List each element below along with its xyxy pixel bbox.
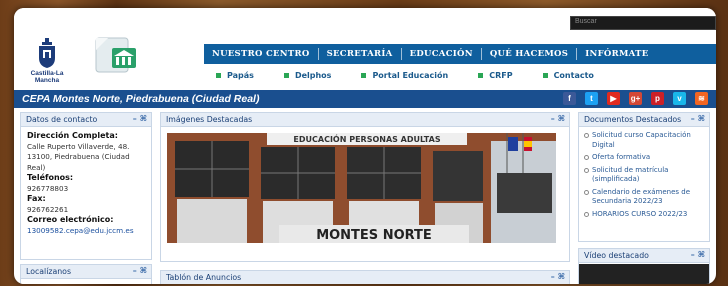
youtube-icon[interactable]: ▶	[607, 92, 620, 105]
panel-controls-icon[interactable]: – ⌘	[691, 250, 705, 259]
featured-images-panel: Imágenes Destacadas – ⌘ EDUCACIÓN PERSON…	[160, 112, 570, 262]
building-facade-image: EDUCACIÓN PERSONAS ADULTAS MONTES NORTE	[167, 133, 556, 243]
document-item[interactable]: Solicitud de matrícula (simplificada)	[584, 166, 704, 185]
panel-controls-icon[interactable]: – ⌘	[691, 114, 705, 123]
panel-title: Localízanos	[26, 267, 72, 276]
panel-header: Localízanos – ⌘	[21, 265, 151, 279]
bullet-icon	[216, 72, 221, 78]
panel-title: Tablón de Anuncios	[166, 273, 242, 282]
panel-controls-icon[interactable]: – ⌘	[133, 266, 147, 275]
school-building-icon[interactable]	[92, 30, 140, 76]
sub-nav-label: CRFP	[489, 70, 513, 80]
browser-page: Castilla-La Mancha Buscar NUESTRO CENTRO…	[14, 8, 716, 284]
sub-nav-delphos[interactable]: Delphos	[283, 70, 332, 80]
social-links: f t ▶ g+ p v ≋	[554, 92, 708, 105]
video-player[interactable]	[579, 264, 709, 284]
documents-list: Solicitud curso Capacitación Digital Ofe…	[579, 127, 709, 226]
panel-title: Documentos Destacados	[584, 115, 682, 124]
nav-item-que-hacemos[interactable]: QUÉ HACEMOS	[482, 48, 578, 60]
sub-nav-papas[interactable]: Papás	[216, 71, 254, 80]
twitter-icon[interactable]: t	[585, 92, 598, 105]
announcements-panel: Tablón de Anuncios – ⌘	[160, 270, 570, 284]
document-link[interactable]: HORARIOS CURSO 2022/23	[592, 210, 687, 218]
nav-item-nuestro-centro[interactable]: NUESTRO CENTRO	[204, 48, 319, 60]
panel-header: Documentos Destacados – ⌘	[579, 113, 709, 127]
bullet-icon	[542, 72, 548, 78]
search-input[interactable]: Buscar	[570, 16, 716, 30]
main-nav: NUESTRO CENTRO SECRETARÍA EDUCACIÓN QUÉ …	[204, 44, 716, 64]
fax-label: Fax:	[27, 194, 46, 203]
document-link[interactable]: Solicitud de matrícula (simplificada)	[592, 166, 668, 184]
document-link[interactable]: Oferta formativa	[592, 153, 650, 161]
school-building-photo[interactable]: EDUCACIÓN PERSONAS ADULTAS MONTES NORTE	[167, 133, 556, 243]
nav-item-educacion[interactable]: EDUCACIÓN	[402, 48, 482, 60]
bullet-icon	[584, 211, 589, 217]
address-value: Calle Ruperto Villaverde, 48. 13100, Pie…	[27, 141, 130, 172]
nav-item-informate[interactable]: INFÓRMATE	[577, 48, 656, 60]
bullet-icon	[584, 167, 589, 173]
bullet-icon	[361, 72, 367, 78]
vimeo-icon[interactable]: v	[673, 92, 686, 105]
document-link[interactable]: Calendario de exámenes de Secundaria 202…	[592, 188, 690, 206]
coat-of-arms-icon	[39, 38, 55, 68]
panel-controls-icon[interactable]: – ⌘	[551, 272, 565, 281]
logo-text: Castilla-La Mancha	[30, 70, 64, 84]
document-item[interactable]: Calendario de exámenes de Secundaria 202…	[584, 188, 704, 207]
panel-controls-icon[interactable]: – ⌘	[133, 114, 147, 123]
pinterest-icon[interactable]: p	[651, 92, 664, 105]
nav-item-secretaria[interactable]: SECRETARÍA	[319, 48, 402, 60]
bullet-icon	[584, 133, 589, 138]
address-label: Dirección Completa:	[27, 131, 118, 140]
page-title: CEPA Montes Norte, Piedrabuena (Ciudad R…	[22, 93, 260, 105]
top-sign-text: EDUCACIÓN PERSONAS ADULTAS	[293, 133, 440, 144]
contact-details: Dirección Completa: Calle Ruperto Villav…	[21, 127, 151, 240]
documents-panel: Documentos Destacados – ⌘ Solicitud curs…	[578, 112, 710, 242]
panel-title: Imágenes Destacadas	[166, 115, 253, 124]
panel-header: Imágenes Destacadas – ⌘	[161, 113, 569, 127]
panel-title: Datos de contacto	[26, 115, 98, 124]
site-header: Castilla-La Mancha Buscar NUESTRO CENTRO…	[14, 8, 716, 88]
sub-nav-contacto[interactable]: Contacto	[542, 70, 594, 80]
panel-header: Datos de contacto – ⌘	[21, 113, 151, 127]
featured-video-panel: Vídeo destacado – ⌘	[578, 248, 710, 284]
document-item[interactable]: Oferta formativa	[584, 153, 704, 163]
bullet-icon	[584, 189, 589, 195]
panel-title: Vídeo destacado	[584, 251, 649, 260]
phone-value: 926778803	[27, 183, 69, 193]
location-panel: Localízanos – ⌘	[20, 264, 152, 284]
panel-header: Tablón de Anuncios – ⌘	[161, 271, 569, 284]
google-plus-icon[interactable]: g+	[629, 92, 642, 105]
email-link[interactable]: 13009582.cepa@edu.jccm.es	[27, 226, 145, 237]
facebook-icon[interactable]: f	[563, 92, 576, 105]
bullet-icon	[283, 72, 289, 78]
sub-nav-label: Papás	[227, 70, 254, 80]
email-label: Correo electrónico:	[27, 215, 114, 224]
sub-nav-label: Delphos	[294, 70, 332, 80]
panel-header: Vídeo destacado – ⌘	[579, 249, 709, 263]
fax-value: 926762261	[27, 204, 69, 214]
sub-nav-portal-educacion[interactable]: Portal Educación	[361, 71, 448, 80]
bullet-icon	[478, 72, 484, 78]
sub-nav-label: Portal Educación	[372, 70, 449, 80]
document-item[interactable]: Solicitud curso Capacitación Digital	[584, 131, 704, 150]
rss-icon[interactable]: ≋	[695, 92, 708, 105]
secondary-nav: Papás Delphos Portal Educación CRFP Cont…	[204, 66, 716, 84]
search-placeholder: Buscar	[575, 18, 597, 25]
sub-nav-crfp[interactable]: CRFP	[478, 70, 513, 80]
main-sign-text: MONTES NORTE	[316, 228, 432, 243]
site-title-bar: CEPA Montes Norte, Piedrabuena (Ciudad R…	[14, 90, 716, 108]
panel-controls-icon[interactable]: – ⌘	[551, 114, 565, 123]
sub-nav-label: Contacto	[553, 70, 594, 80]
document-link[interactable]: Solicitud curso Capacitación Digital	[592, 131, 691, 149]
castilla-la-mancha-logo[interactable]: Castilla-La Mancha	[22, 38, 72, 84]
bullet-icon	[584, 155, 589, 160]
contact-panel: Datos de contacto – ⌘ Dirección Completa…	[20, 112, 152, 260]
phone-label: Teléfonos:	[27, 173, 74, 182]
document-item[interactable]: HORARIOS CURSO 2022/23	[584, 210, 704, 220]
